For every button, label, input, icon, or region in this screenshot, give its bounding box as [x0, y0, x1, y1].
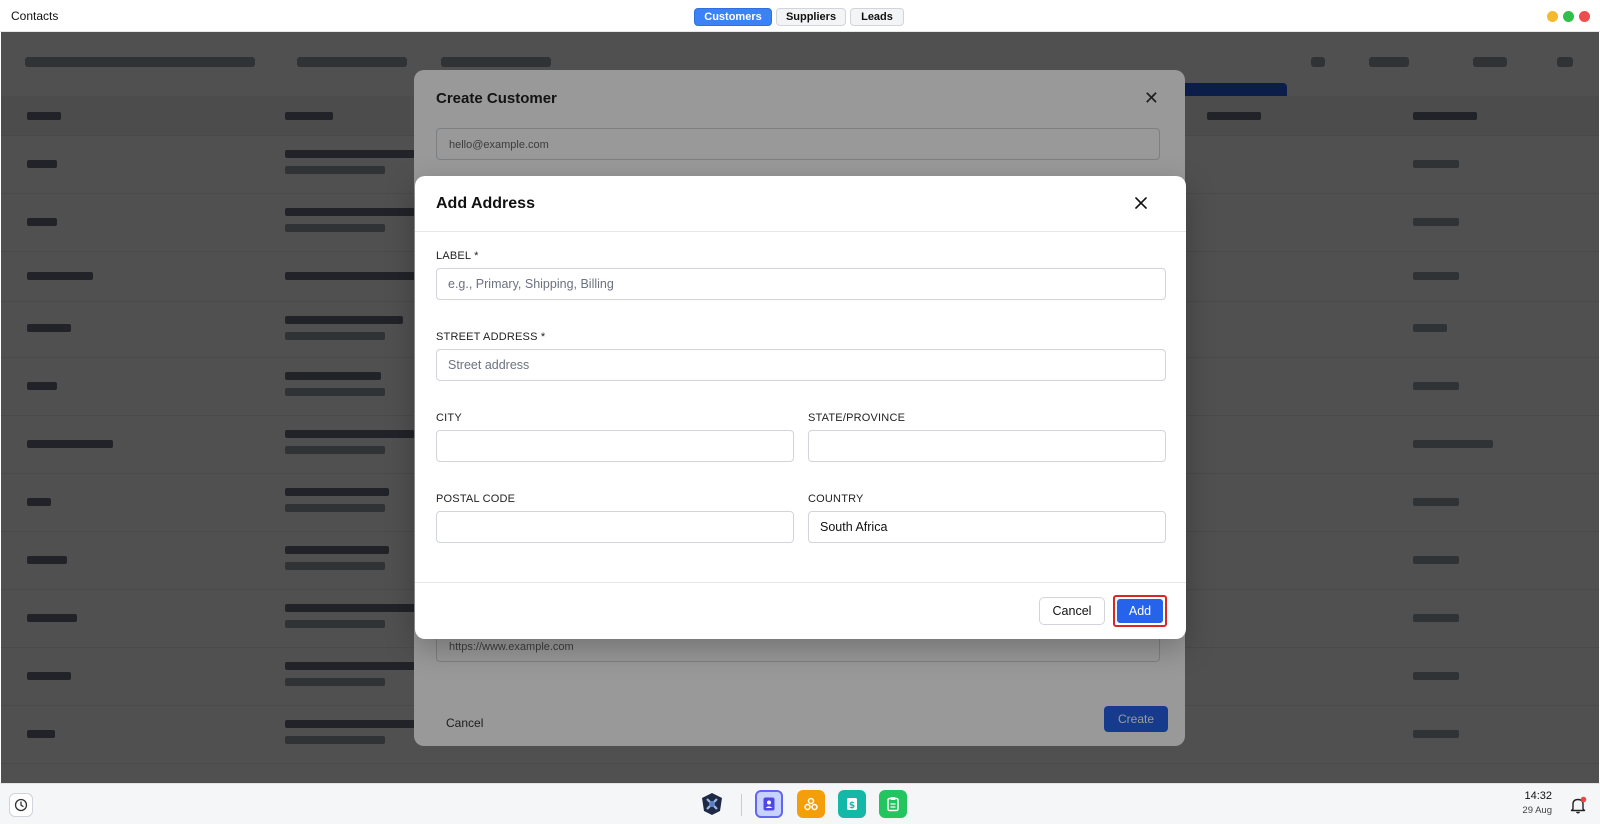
svg-text:$: $ [849, 801, 855, 811]
label-input[interactable] [436, 268, 1166, 300]
dialog-header: Add Address [415, 176, 1186, 232]
add-address-dialog: Add Address LABEL * STREET ADDRESS * CIT… [415, 176, 1186, 639]
notification-bell-icon[interactable] [1568, 795, 1588, 815]
street-address-input[interactable] [436, 349, 1166, 381]
dialog-footer-divider [415, 582, 1186, 583]
close-icon[interactable] [1131, 193, 1151, 213]
street-field-label: STREET ADDRESS * [436, 331, 546, 343]
taskbar-time: 14:32 [1524, 790, 1552, 802]
invoices-icon[interactable]: $ [838, 790, 866, 818]
cancel-button[interactable]: Cancel [1039, 597, 1105, 625]
postal-field-label: POSTAL CODE [436, 493, 516, 505]
label-field-label: LABEL * [436, 250, 479, 262]
taskbar-divider [741, 794, 742, 816]
city-field-label: CITY [436, 412, 462, 424]
tab-suppliers[interactable]: Suppliers [776, 8, 846, 26]
clock-icon[interactable] [9, 793, 33, 817]
country-input[interactable] [808, 511, 1166, 543]
maximize-button[interactable] [1563, 11, 1574, 22]
taskbar: $ 14:32 29 Aug [0, 783, 1600, 824]
app-logo-icon[interactable] [698, 790, 726, 818]
state-field-label: STATE/PROVINCE [808, 412, 906, 424]
contacts-icon[interactable] [755, 790, 783, 818]
add-button[interactable]: Add [1117, 599, 1163, 623]
minimize-button[interactable] [1547, 11, 1558, 22]
tab-customers[interactable]: Customers [694, 8, 772, 26]
integrations-icon[interactable] [797, 790, 825, 818]
dialog-title: Add Address [436, 195, 535, 212]
title-bar: Contacts Customers Suppliers Leads [0, 0, 1600, 32]
close-window-button[interactable] [1579, 11, 1590, 22]
clipboard-icon[interactable] [879, 790, 907, 818]
tab-leads[interactable]: Leads [850, 8, 904, 26]
app-title: Contacts [11, 9, 59, 23]
taskbar-date: 29 Aug [1522, 805, 1552, 816]
postal-code-input[interactable] [436, 511, 794, 543]
state-input[interactable] [808, 430, 1166, 462]
city-input[interactable] [436, 430, 794, 462]
country-field-label: COUNTRY [808, 493, 864, 505]
